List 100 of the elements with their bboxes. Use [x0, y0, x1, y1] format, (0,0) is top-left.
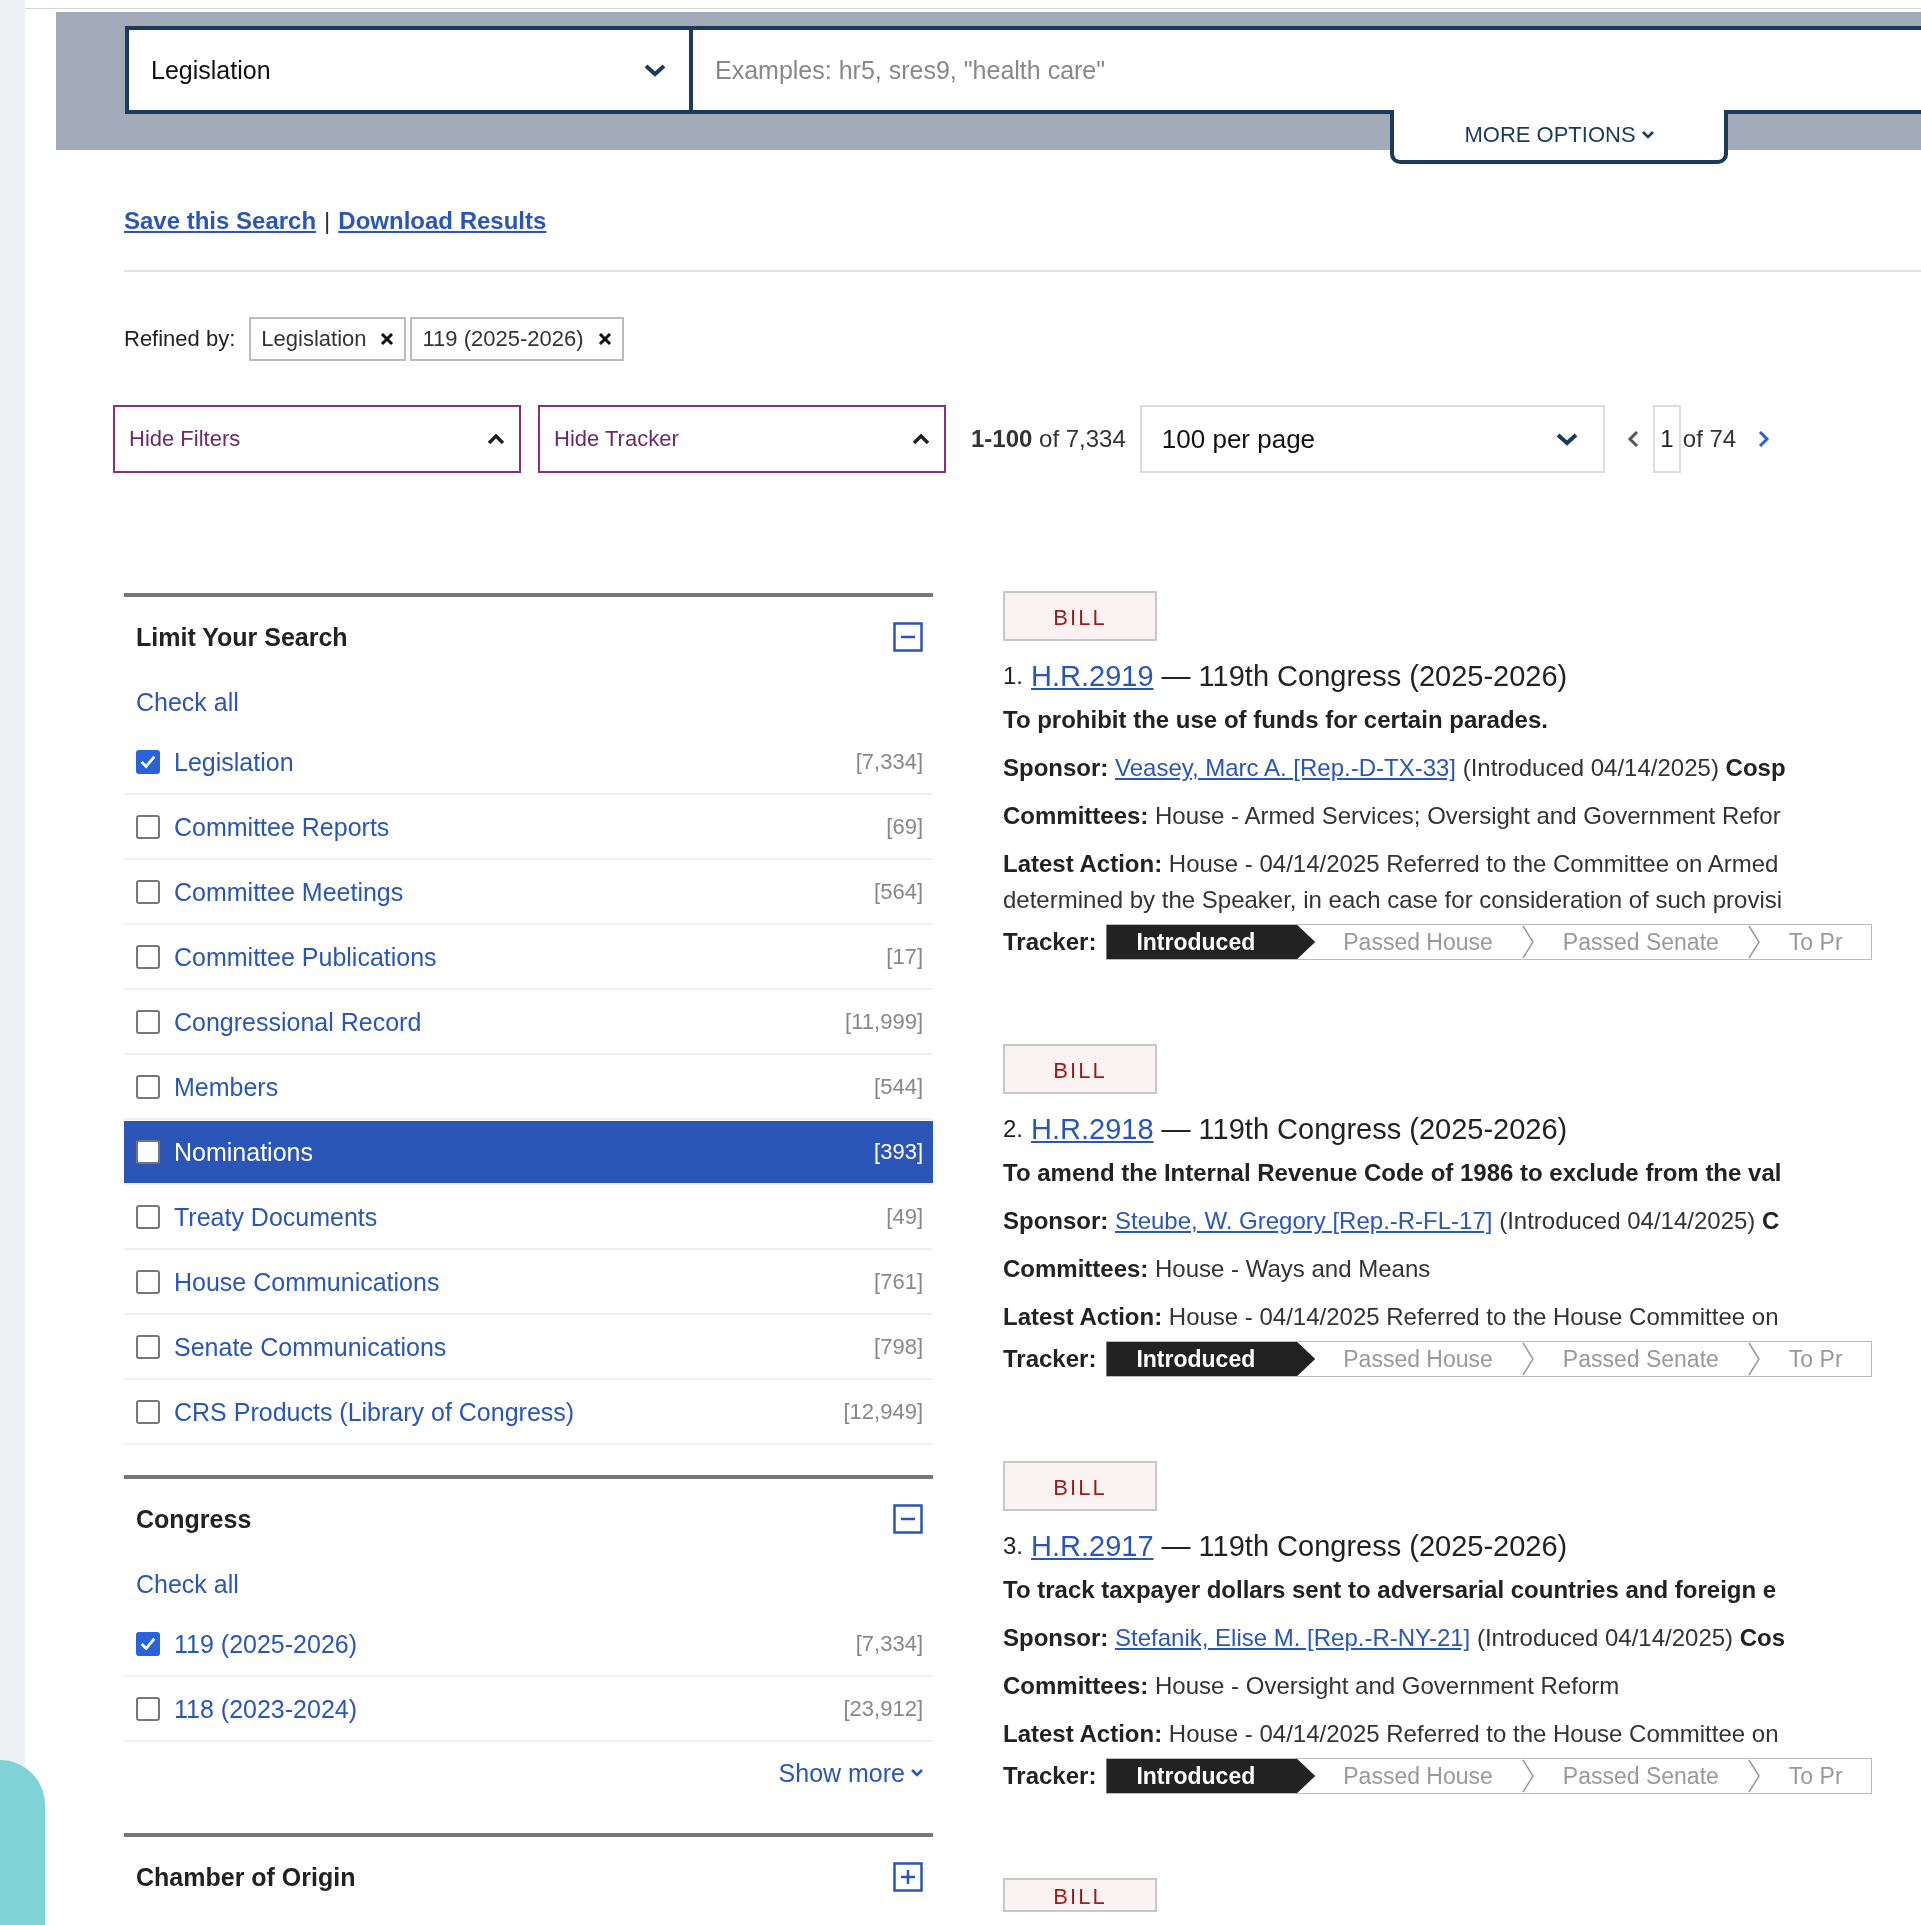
type-badge: BILL — [1003, 1461, 1157, 1511]
filter-row[interactable]: Nominations [393] — [124, 1121, 933, 1185]
filter-tag[interactable]: 119 (2025-2026) — [410, 317, 624, 361]
filter-section-title: Limit Your Search — [136, 622, 348, 652]
sponsor-link[interactable]: Steube, W. Gregory [Rep.-R-FL-17] — [1115, 1207, 1493, 1234]
type-badge: BILL — [1003, 591, 1157, 641]
tracker-stage: Passed House — [1342, 1345, 1494, 1374]
result-number: 3. — [1003, 1532, 1023, 1560]
checkbox[interactable] — [136, 1075, 160, 1099]
sponsor-link[interactable]: Stefanik, Elise M. [Rep.-R-NY-21] — [1115, 1624, 1471, 1651]
filter-count: [798] — [874, 1334, 923, 1360]
latest-action-text: Latest Action: House - 04/14/2025 Referred to the Committee on Armed determined by the Speaker, in each case for consideration of such provisi — [1003, 849, 1784, 915]
check-all-link[interactable]: Check all — [124, 677, 933, 727]
committees-line: Committees: House - Oversight and Government Reform — [1003, 1671, 1621, 1701]
filter-count: [17] — [886, 944, 923, 970]
filter-label[interactable]: Senate Communications — [174, 1332, 875, 1362]
filter-row[interactable]: Congressional Record [11,999] — [124, 991, 933, 1055]
expand-icon[interactable] — [893, 1862, 923, 1892]
checkbox[interactable] — [136, 1335, 160, 1359]
filter-label[interactable]: 118 (2023-2024) — [174, 1694, 844, 1724]
checkbox[interactable] — [136, 1205, 160, 1229]
filter-label[interactable]: Members — [174, 1072, 875, 1102]
filter-count: [69] — [886, 814, 923, 840]
hide-filters-button[interactable]: Hide Filters — [113, 405, 521, 473]
collapse-icon[interactable] — [893, 622, 923, 652]
checkbox[interactable] — [136, 1400, 160, 1424]
filter-row[interactable]: Committee Reports [69] — [124, 796, 933, 860]
hide-tracker-button[interactable]: Hide Tracker — [538, 405, 946, 473]
tracker-stage: Introduced — [1106, 925, 1316, 959]
search-field[interactable]: Examples: hr5, sres9, "health care" — [693, 26, 1921, 114]
bill-link[interactable]: H.R.2919 — [1031, 659, 1154, 693]
check-all-link[interactable]: Check all — [124, 1559, 933, 1609]
page-number-field[interactable]: 1 — [1652, 405, 1681, 473]
close-icon — [597, 332, 612, 346]
checkbox[interactable] — [136, 1010, 160, 1034]
filter-row[interactable]: Committee Meetings [564] — [124, 861, 933, 925]
checkbox[interactable] — [136, 815, 160, 839]
filter-count: [564] — [874, 879, 923, 905]
filter-row[interactable]: Committee Publications [17] — [124, 926, 933, 990]
show-more-link[interactable]: Show more — [124, 1743, 933, 1803]
page-total: of 74 — [1682, 425, 1737, 453]
filter-tag[interactable]: Legislation — [249, 317, 407, 361]
checkbox[interactable] — [136, 1632, 160, 1656]
filter-row[interactable]: 119 (2025-2026) [7,334] — [124, 1613, 933, 1677]
checkbox[interactable] — [136, 1140, 160, 1164]
tracker-stage: Introduced — [1106, 1342, 1316, 1376]
collapse-icon[interactable] — [893, 1504, 923, 1534]
filter-label[interactable]: 119 (2025-2026) — [174, 1629, 856, 1659]
results-count: 1-100 of 7,334 — [971, 425, 1126, 453]
chevron-separator-icon — [1746, 1342, 1761, 1376]
scope-dropdown[interactable]: Legislation — [125, 26, 693, 114]
chevron-up-icon — [912, 431, 930, 447]
filter-label[interactable]: Congressional Record — [174, 1007, 846, 1037]
filter-count: [393] — [874, 1139, 923, 1165]
action-link[interactable]: Download Results — [338, 207, 547, 235]
tracker-stage: Passed House — [1342, 1762, 1494, 1791]
type-badge: BILL — [1003, 1044, 1157, 1094]
filter-row[interactable]: CRS Products (Library of Congress) [12,949] — [124, 1381, 933, 1445]
chevron-separator-icon — [1520, 1759, 1535, 1793]
filter-label[interactable]: Committee Meetings — [174, 877, 875, 907]
filter-count: [761] — [874, 1269, 923, 1295]
filter-row[interactable]: 118 (2023-2024) [23,912] — [124, 1678, 933, 1742]
filter-count: [544] — [874, 1074, 923, 1100]
filter-row[interactable]: House Communications [761] — [124, 1251, 933, 1315]
more-options-button[interactable]: MORE OPTIONS — [1390, 110, 1728, 164]
tracker-label: Tracker: — [1003, 1762, 1097, 1790]
filter-count: [23,912] — [843, 1696, 923, 1722]
filter-label[interactable]: Legislation — [174, 747, 856, 777]
checkbox[interactable] — [136, 945, 160, 969]
tracker-stage: Introduced — [1106, 1759, 1316, 1793]
checkbox[interactable] — [136, 880, 160, 904]
bill-link[interactable]: H.R.2918 — [1031, 1112, 1154, 1146]
filter-section-title: Congress — [136, 1504, 252, 1534]
bill-link[interactable]: H.R.2917 — [1031, 1529, 1154, 1563]
checkbox[interactable] — [136, 1697, 160, 1721]
filter-row[interactable]: Treaty Documents [49] — [124, 1186, 933, 1250]
per-page-dropdown[interactable]: 100 per page — [1139, 405, 1605, 473]
tracker-label: Tracker: — [1003, 1345, 1097, 1373]
sponsor-link[interactable]: Veasey, Marc A. [Rep.-D-TX-33] — [1115, 754, 1456, 781]
tracker-label: Tracker: — [1003, 928, 1097, 956]
action-link[interactable]: Save this Search — [124, 207, 317, 235]
separator-text: | — [324, 207, 331, 235]
filter-label[interactable]: Committee Publications — [174, 942, 887, 972]
chevron-left-icon — [1626, 430, 1639, 448]
bill-title: To amend the Internal Revenue Code of 1986 to exclude from the val — [1003, 1158, 1783, 1188]
filter-row[interactable]: Legislation [7,334] — [124, 731, 933, 795]
filter-label[interactable]: Treaty Documents — [174, 1202, 887, 1232]
type-badge: BILL — [1003, 1878, 1157, 1912]
filter-label[interactable]: Committee Reports — [174, 812, 887, 842]
filter-row[interactable]: Senate Communications [798] — [124, 1316, 933, 1380]
committees-line: Committees: House - Armed Services; Oversight and Government Refor — [1003, 801, 1782, 831]
filter-label[interactable]: Nominations — [174, 1137, 875, 1167]
checkbox[interactable] — [136, 1270, 160, 1294]
filter-section-title: Chamber of Origin — [136, 1862, 356, 1892]
filter-count: [11,999] — [845, 1009, 923, 1035]
filter-label[interactable]: House Communications — [174, 1267, 875, 1297]
filter-label[interactable]: CRS Products (Library of Congress) — [174, 1397, 844, 1427]
chevron-up-icon — [487, 431, 505, 447]
congress-text: — 119th Congress (2025-2026) — [1161, 1112, 1568, 1146]
checkbox[interactable] — [136, 750, 160, 774]
